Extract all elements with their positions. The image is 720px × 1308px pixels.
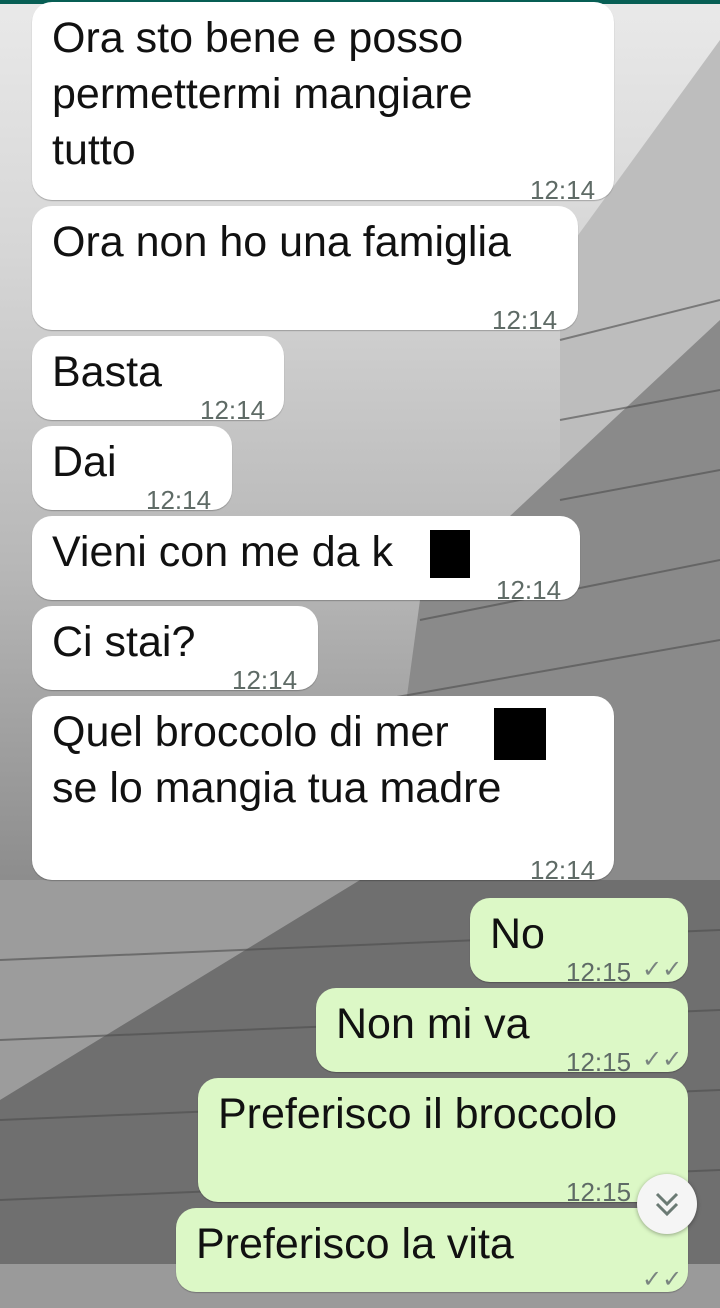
message-incoming[interactable]: Dai 12:14 — [32, 426, 232, 515]
message-text: Quel broccolo di mer se lo mangia tua ma… — [52, 708, 502, 812]
message-incoming[interactable]: Ora sto bene e posso permettermi mangiar… — [32, 2, 614, 205]
message-text: Dai — [52, 438, 117, 486]
message-outgoing[interactable]: No 12:15 ✓✓ — [470, 898, 688, 987]
message-text: No — [490, 910, 545, 958]
message-outgoing[interactable]: Preferisco la vita ✓✓ — [176, 1208, 688, 1293]
message-text: Non mi va — [336, 1000, 530, 1048]
message-incoming[interactable]: Quel broccolo di mer se lo mangia tua ma… — [32, 696, 614, 885]
message-text: Basta — [52, 348, 162, 396]
message-text: Vieni con me da k — [52, 528, 394, 576]
message-outgoing[interactable]: Non mi va 12:15 ✓✓ — [316, 988, 688, 1077]
message-text: Preferisco il broccolo — [218, 1090, 618, 1138]
read-double-check-icon: ✓✓ — [642, 1266, 683, 1293]
message-text: Ora sto bene e posso permettermi mangiar… — [52, 14, 473, 174]
redaction-block — [494, 708, 546, 760]
scroll-to-bottom-button[interactable] — [637, 1174, 697, 1234]
redaction-block — [430, 530, 470, 578]
message-incoming[interactable]: Ci stai? 12:14 — [32, 606, 318, 695]
message-text: Ora non ho una famiglia — [52, 218, 511, 266]
message-outgoing[interactable]: Preferisco il broccolo 12:15 ✓✓ — [198, 1078, 688, 1207]
message-time: 12:14 — [530, 855, 596, 885]
message-text: Ci stai? — [52, 618, 196, 666]
message-incoming[interactable]: Ora non ho una famiglia 12:14 — [32, 206, 578, 335]
double-chevron-down-icon — [655, 1192, 679, 1217]
message-incoming[interactable]: Vieni con me da k 12:14 — [32, 516, 580, 605]
message-incoming[interactable]: Basta 12:14 — [32, 336, 284, 425]
message-time: 12:14 — [496, 575, 562, 605]
message-time: 12:14 — [492, 305, 558, 335]
